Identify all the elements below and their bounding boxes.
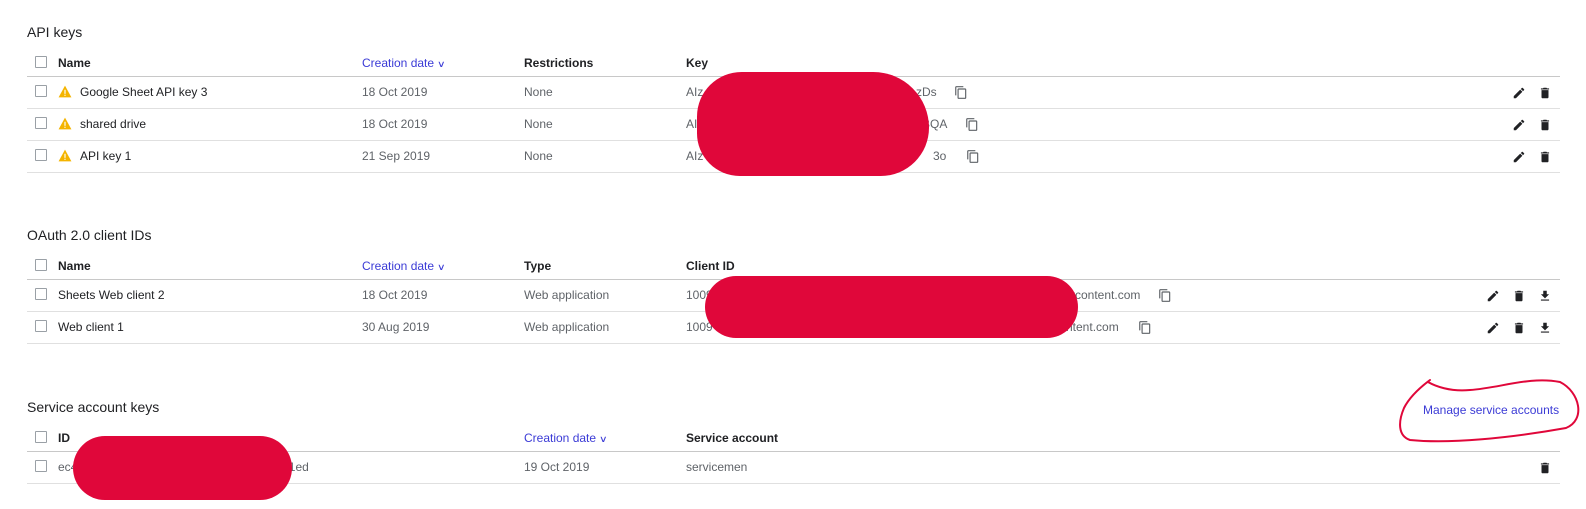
warning-icon: [58, 117, 72, 130]
client-type: Web application: [524, 288, 610, 302]
select-all-checkbox[interactable]: [35, 56, 47, 68]
pencil-icon[interactable]: [1486, 320, 1500, 336]
select-all-checkbox[interactable]: [35, 431, 47, 443]
row-checkbox[interactable]: [35, 320, 47, 332]
pencil-icon[interactable]: [1486, 288, 1500, 304]
row-actions: [1512, 117, 1552, 133]
creation-date: 18 Oct 2019: [362, 117, 428, 131]
client-type: Web application: [524, 320, 610, 334]
key-suffix: 3o: [933, 149, 947, 163]
copy-icon[interactable]: [965, 117, 979, 132]
creation-date: 21 Sep 2019: [362, 149, 431, 163]
restrictions: None: [524, 85, 553, 99]
redaction-mark: [73, 436, 292, 500]
restrictions: None: [524, 149, 553, 163]
pencil-icon[interactable]: [1512, 149, 1526, 165]
client-id-suffix: rcontent.com: [1071, 288, 1141, 302]
row-checkbox[interactable]: [35, 149, 47, 161]
trash-icon[interactable]: [1512, 288, 1526, 304]
trash-icon[interactable]: [1538, 149, 1552, 165]
copy-icon[interactable]: [1158, 288, 1172, 303]
copy-icon[interactable]: [954, 85, 968, 100]
creation-date: 18 Oct 2019: [362, 288, 428, 302]
download-icon[interactable]: [1538, 288, 1552, 304]
service-keys-title: Service account keys: [27, 399, 160, 415]
row-checkbox[interactable]: [35, 85, 47, 97]
client-name[interactable]: Web client 1: [58, 312, 124, 343]
chevron-down-icon: ∨: [599, 434, 608, 444]
oauth-title: OAuth 2.0 client IDs: [27, 227, 152, 243]
row-actions: [1512, 85, 1552, 101]
row-checkbox[interactable]: [35, 288, 47, 300]
row-checkbox[interactable]: [35, 117, 47, 129]
row-actions: [1486, 320, 1552, 336]
pencil-icon[interactable]: [1512, 85, 1526, 101]
chevron-down-icon: ∨: [437, 262, 446, 272]
key-prefix: AI: [686, 117, 698, 131]
row-actions: [1486, 288, 1552, 304]
row-checkbox[interactable]: [35, 460, 47, 472]
row-actions: [1538, 460, 1552, 476]
trash-icon[interactable]: [1538, 117, 1552, 133]
copy-icon[interactable]: [1138, 320, 1152, 335]
pencil-icon[interactable]: [1512, 117, 1526, 133]
warning-icon: [58, 85, 72, 98]
annotation-circle: [1399, 379, 1580, 443]
client-name[interactable]: Sheets Web client 2: [58, 280, 165, 311]
trash-icon[interactable]: [1538, 85, 1552, 101]
download-icon[interactable]: [1538, 320, 1552, 336]
key-name[interactable]: Google Sheet API key 3: [80, 77, 207, 108]
warning-icon: [58, 149, 72, 162]
row-actions: [1512, 149, 1552, 165]
creation-date: 19 Oct 2019: [524, 460, 590, 474]
select-all-checkbox[interactable]: [35, 259, 47, 271]
chevron-down-icon: ∨: [437, 59, 446, 69]
creation-date: 30 Aug 2019: [362, 320, 430, 334]
api-keys-title: API keys: [27, 24, 83, 40]
creation-date: 18 Oct 2019: [362, 85, 428, 99]
key-name[interactable]: API key 1: [80, 141, 131, 172]
service-account-name: servicemen: [686, 460, 748, 474]
redaction-mark: [697, 72, 929, 176]
trash-icon[interactable]: [1512, 320, 1526, 336]
column-header-creation-date: Creation date: [524, 431, 597, 445]
redaction-mark: [705, 276, 1078, 338]
key-name[interactable]: shared drive: [80, 109, 146, 140]
copy-icon[interactable]: [966, 149, 980, 164]
restrictions: None: [524, 117, 553, 131]
trash-icon[interactable]: [1538, 460, 1552, 476]
column-header-creation-date: Creation date: [362, 259, 435, 273]
column-header-creation-date: Creation date: [362, 56, 435, 70]
